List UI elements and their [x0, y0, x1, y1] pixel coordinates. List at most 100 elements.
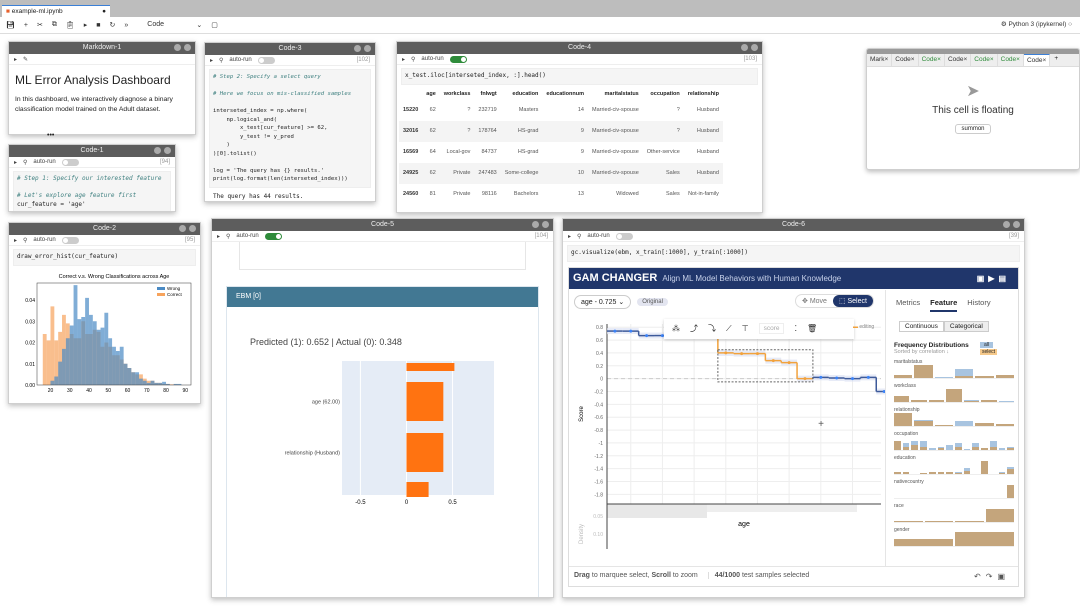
cut-icon[interactable]: ✂ — [37, 21, 43, 29]
minimize-icon[interactable] — [179, 225, 186, 232]
pdf-icon[interactable]: ▤ — [998, 274, 1010, 283]
pin-icon[interactable]: ⚲ — [577, 233, 581, 240]
close-icon[interactable] — [364, 45, 371, 52]
autorun-toggle[interactable] — [257, 56, 275, 64]
close-tab-icon[interactable]: × — [884, 56, 888, 63]
stop-icon[interactable]: ■ — [96, 22, 100, 29]
explanation-selector[interactable] — [239, 242, 526, 270]
stepper-icon[interactable]: ⁚ — [794, 324, 797, 333]
interpolate-icon[interactable]: ⟋ — [726, 324, 732, 334]
autorun-toggle[interactable] — [449, 55, 467, 63]
discord-icon[interactable]: ▣ — [977, 274, 989, 283]
cell-code-5[interactable]: Code-5 ▸ ⚲ auto-run [104] EBM [0] Predicted… — [211, 218, 554, 598]
autorun-toggle[interactable] — [615, 232, 633, 240]
cell-header[interactable]: Code-4 — [397, 42, 762, 54]
minimize-icon[interactable] — [1003, 221, 1010, 228]
close-icon[interactable] — [1013, 221, 1020, 228]
shape-node[interactable] — [819, 375, 823, 379]
unsaved-dot[interactable]: ● — [102, 8, 106, 15]
shape-node[interactable] — [866, 375, 870, 379]
autorun-toggle[interactable] — [264, 232, 282, 240]
pin-icon[interactable]: ⚲ — [23, 237, 27, 244]
pin-icon[interactable]: ⚲ — [23, 159, 27, 166]
run-icon[interactable]: ▸ — [84, 21, 88, 29]
shape-node[interactable] — [613, 329, 617, 333]
shape-node[interactable] — [787, 360, 791, 364]
run-icon[interactable]: ▸ — [14, 159, 17, 166]
minimize-icon[interactable] — [354, 45, 361, 52]
code-editor[interactable]: x_test.iloc[interseted_index, :].head() — [401, 68, 758, 85]
score-input[interactable]: score — [758, 323, 785, 334]
notebook-tab[interactable]: ■ example-ml.ipynb ● — [2, 5, 110, 17]
fast-forward-icon[interactable]: » — [124, 22, 128, 29]
side-tab-feature[interactable]: Feature — [930, 298, 958, 312]
align-icon[interactable]: ⊤ — [742, 324, 749, 333]
minimize-icon[interactable] — [154, 147, 161, 154]
close-icon[interactable] — [164, 147, 171, 154]
shape-node[interactable] — [645, 333, 649, 337]
cell-header[interactable]: Code-1 — [9, 145, 175, 157]
autorun-toggle[interactable] — [61, 158, 79, 166]
cell-code-4[interactable]: Code-4 ▸ ⚲ auto-run [103] x_test.iloc[inter… — [396, 41, 763, 213]
pin-icon[interactable]: ⚲ — [219, 57, 223, 64]
close-tab-icon[interactable]: × — [1016, 56, 1020, 63]
autorun-toggle[interactable] — [61, 236, 79, 244]
move-mode-button[interactable]: ✥ Move — [796, 295, 833, 307]
shape-node[interactable] — [771, 358, 775, 362]
youtube-icon[interactable]: ▶ — [988, 274, 998, 283]
drag-handle[interactable]: ••• — [47, 132, 54, 139]
floating-tab[interactable]: Code× — [945, 54, 972, 66]
run-icon[interactable]: ▸ — [14, 56, 17, 63]
continuous-toggle[interactable]: Continuous — [899, 320, 944, 332]
kernel-status[interactable]: ⚙ Python 3 (ipykernel) ○ — [1001, 20, 1072, 28]
shape-node[interactable] — [629, 329, 633, 333]
shape-node[interactable] — [724, 350, 728, 354]
select-mode-button[interactable]: ⬚ Select — [832, 294, 873, 307]
summon-button[interactable]: summon — [955, 124, 991, 134]
floating-tab[interactable]: Code× — [1023, 54, 1051, 66]
cell-type-select[interactable]: Code ⌄ — [147, 21, 202, 29]
floating-tab[interactable]: Code× — [998, 54, 1024, 66]
delete-icon[interactable]: 🗑︎ — [807, 324, 817, 333]
side-tab-history[interactable]: History — [967, 298, 990, 312]
undo-icon[interactable]: ↶ — [974, 572, 986, 581]
cell-header[interactable]: Code-2 — [9, 223, 200, 235]
pin-icon[interactable]: ⚲ — [411, 56, 415, 63]
save-icon[interactable]: ▣ — [997, 572, 1010, 581]
save-icon[interactable]: 💾︎ — [6, 21, 15, 29]
shape-node[interactable] — [835, 376, 839, 379]
run-icon[interactable]: ▸ — [14, 237, 17, 244]
run-icon[interactable]: ▸ — [217, 233, 220, 240]
floating-cell-panel[interactable]: Mark× Code× Code× Code× Code× Code× Code× + ➤ T… — [866, 48, 1080, 170]
add-cell-icon[interactable]: + — [24, 22, 28, 29]
code-editor[interactable]: gc.visualize(ebm, x_train[:1000], y_trai… — [567, 245, 1020, 262]
redo-icon[interactable]: ↷ — [986, 572, 998, 581]
close-icon[interactable] — [751, 44, 758, 51]
merge-icon[interactable]: ⁂ — [672, 324, 680, 333]
close-tab-icon[interactable]: × — [1043, 57, 1047, 64]
run-icon[interactable]: ▸ — [210, 57, 213, 64]
shape-node[interactable] — [740, 351, 744, 355]
cell-code-2[interactable]: Code-2 ▸ ⚲ auto-run [95] draw_error_hist(cu… — [8, 222, 201, 404]
cell-code-6[interactable]: Code-6 ▸ ⚲ auto-run [39] gc.visualize(ebm, … — [562, 218, 1025, 598]
pin-icon[interactable]: ⚲ — [226, 233, 230, 240]
shape-node[interactable] — [755, 351, 759, 355]
code-editor[interactable]: # Step 2: Specify a select query # Here … — [209, 69, 371, 188]
monotone-increase-icon[interactable]: ⤴ — [690, 323, 698, 334]
code-editor[interactable]: # Step 1: Specify our interested feature… — [13, 171, 171, 211]
floating-tab[interactable]: Code× — [971, 54, 998, 66]
floating-tab[interactable]: Code× — [892, 54, 919, 66]
minimize-icon[interactable] — [741, 44, 748, 51]
minimize-icon[interactable] — [174, 44, 181, 51]
cell-markdown-1[interactable]: Markdown-1 ▸ ✎ ML Error Analysis Dashboar… — [8, 41, 196, 135]
run-icon[interactable]: ▸ — [402, 56, 405, 63]
close-tab-icon[interactable]: × — [937, 56, 941, 63]
monotone-decrease-icon[interactable]: ⤵ — [708, 323, 716, 334]
floating-tab[interactable]: Mark× — [867, 54, 893, 66]
restart-icon[interactable]: ↻ — [110, 21, 116, 29]
close-tab-icon[interactable]: × — [963, 56, 967, 63]
run-icon[interactable]: ▸ — [568, 233, 571, 240]
cell-header[interactable]: Markdown-1 — [9, 42, 195, 54]
gam-shape-chart[interactable]: 0.8 0.6 0.4 0.2 0 -0.2 -0.4 -0.6 -0.8 -1 -1.2 -1.4 -… — [569, 310, 885, 590]
categorical-toggle[interactable]: Categorical — [943, 320, 989, 332]
